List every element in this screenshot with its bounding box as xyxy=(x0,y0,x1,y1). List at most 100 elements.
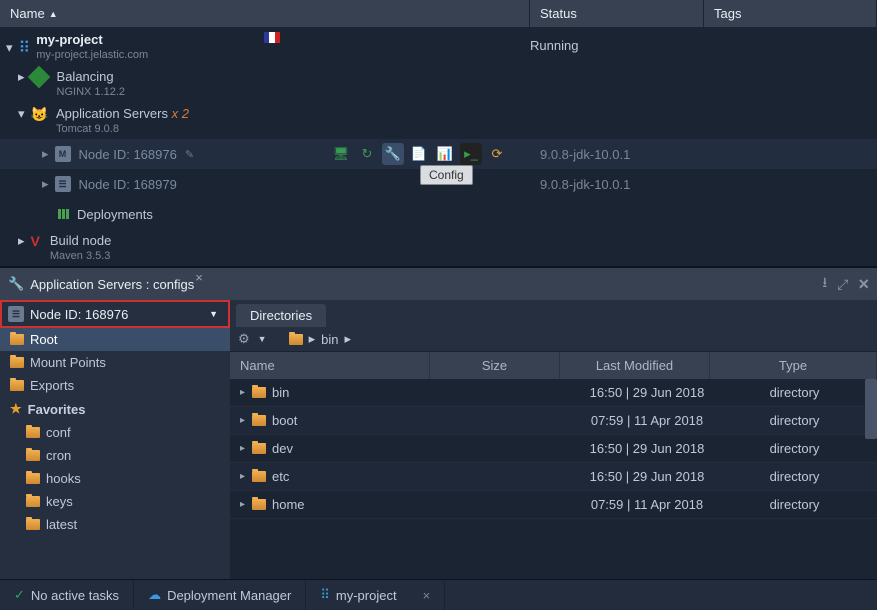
directories-tab[interactable]: Directories xyxy=(236,304,326,327)
balancing-row[interactable]: ▸ Balancing NGINX 1.12.2 xyxy=(0,65,877,102)
favorites-header[interactable]: ★ Favorites xyxy=(0,397,230,421)
panel-titlebar: 🔧 Application Servers : configs × ⭳ ⤢ × xyxy=(0,268,877,300)
nodes-icon: ⠿ xyxy=(320,587,330,603)
environment-tree: ▾ ⠿ my-project my-project.jelastic.com R… xyxy=(0,28,877,266)
fh-name[interactable]: Name xyxy=(230,352,430,379)
favorite-hooks[interactable]: hooks xyxy=(0,467,230,490)
crumb-sep: ▸ xyxy=(309,331,316,347)
appservers-subtitle: Tomcat 9.0.8 xyxy=(56,121,189,135)
folder-icon xyxy=(252,415,266,426)
favorite-conf[interactable]: conf xyxy=(0,421,230,444)
exports-item[interactable]: Exports xyxy=(0,374,230,397)
fh-mod[interactable]: Last Modified xyxy=(560,352,710,379)
folder-icon xyxy=(252,499,266,510)
file-row[interactable]: ▸home07:59 | 11 Apr 2018directory xyxy=(230,491,877,519)
buildnode-row[interactable]: ▸ V Build node Maven 3.5.3 xyxy=(0,229,877,266)
grid-header: Name ▲ Status Tags xyxy=(0,0,877,28)
file-row[interactable]: ▸boot07:59 | 11 Apr 2018directory xyxy=(230,407,877,435)
favorite-keys[interactable]: keys xyxy=(0,490,230,513)
fh-size[interactable]: Size xyxy=(430,352,560,379)
restart-button[interactable]: ↻ xyxy=(356,143,378,165)
chevron-down-icon[interactable]: ▼ xyxy=(258,334,267,344)
tab-tasks[interactable]: ✓ No active tasks xyxy=(0,580,134,610)
collapse-icon[interactable]: ▾ xyxy=(18,106,25,122)
expand-icon[interactable]: ▸ xyxy=(240,415,252,426)
flag-fr-icon xyxy=(264,32,280,43)
folder-icon xyxy=(10,357,24,368)
column-tags[interactable]: Tags xyxy=(704,0,877,27)
folder-icon xyxy=(26,496,40,507)
appservers-row[interactable]: ▾ 😺 Application Servers x 2 Tomcat 9.0.8 xyxy=(0,102,877,139)
column-name-label: Name xyxy=(10,6,45,21)
breadcrumb[interactable]: ▸ bin ▸ xyxy=(289,331,351,347)
expand-icon[interactable]: ▸ xyxy=(18,233,25,249)
expand-icon[interactable]: ▸ xyxy=(240,443,252,454)
config-button[interactable]: 🔧 xyxy=(382,143,404,165)
deployments-row[interactable]: Deployments xyxy=(0,199,877,229)
folder-icon xyxy=(252,443,266,454)
chevron-down-icon: ▼ xyxy=(209,309,218,319)
sort-asc-icon: ▲ xyxy=(49,9,58,19)
log-button[interactable]: 📄 xyxy=(408,143,430,165)
node-actions: 🖥 ↻ 🔧 📄 📊 ▸_ ⟳ xyxy=(320,143,530,165)
environment-icon: ⠿ xyxy=(19,32,31,58)
expand-icon[interactable]: ▸ xyxy=(240,471,252,482)
open-browser-button[interactable]: 🖥 xyxy=(330,143,352,165)
favorite-cron[interactable]: cron xyxy=(0,444,230,467)
file-row[interactable]: ▸dev16:50 | 29 Jun 2018directory xyxy=(230,435,877,463)
expand-icon[interactable]: ▸ xyxy=(240,387,252,398)
collapse-icon[interactable]: ▾ xyxy=(6,32,13,56)
favorite-latest[interactable]: latest xyxy=(0,513,230,536)
addons-button[interactable]: ⟳ xyxy=(486,143,508,165)
folder-icon xyxy=(10,334,24,345)
tab-my-project[interactable]: ⠿ my-project × xyxy=(306,580,445,610)
balancing-subtitle: NGINX 1.12.2 xyxy=(57,84,125,98)
mounts-item[interactable]: Mount Points xyxy=(0,351,230,374)
node1-tag: 9.0.8-jdk-10.0.1 xyxy=(530,147,877,162)
env-subtitle: my-project.jelastic.com xyxy=(36,47,148,61)
tab-deployment-manager[interactable]: ☁ Deployment Manager xyxy=(134,580,306,610)
panel-title: Application Servers : configs xyxy=(30,277,194,292)
ssh-button[interactable]: ▸_ xyxy=(460,143,482,165)
config-tooltip: Config xyxy=(420,165,473,185)
file-header: Name Size Last Modified Type xyxy=(230,352,877,379)
node-icon: ☰ xyxy=(8,306,24,322)
column-name[interactable]: Name ▲ xyxy=(0,0,530,27)
node-row-168976[interactable]: ▸ M Node ID: 168976 ✎ 🖥 ↻ 🔧 📄 📊 ▸_ ⟳ 9.0… xyxy=(0,139,877,169)
file-row[interactable]: ▸etc16:50 | 29 Jun 2018directory xyxy=(230,463,877,491)
folder-icon xyxy=(26,473,40,484)
node-master-icon: M xyxy=(55,146,71,162)
path-bar: ⚙ ▼ ▸ bin ▸ xyxy=(230,327,877,352)
node-icon: ☰ xyxy=(55,176,71,192)
node-selector-label: Node ID: 168976 xyxy=(30,307,128,322)
tab-close-icon[interactable]: × xyxy=(195,270,203,285)
folder-icon xyxy=(289,334,303,345)
folder-icon xyxy=(10,380,24,391)
statistics-button[interactable]: 📊 xyxy=(434,143,456,165)
maven-icon: V xyxy=(31,233,40,249)
root-item[interactable]: Root xyxy=(0,328,230,351)
file-list[interactable]: ▸bin16:50 | 29 Jun 2018directory▸boot07:… xyxy=(230,379,877,579)
expand-icon[interactable]: ▸ xyxy=(42,176,49,192)
download-icon[interactable]: ⭳ xyxy=(822,272,827,296)
edit-icon[interactable]: ✎ xyxy=(185,148,194,161)
folder-icon xyxy=(252,471,266,482)
expand-icon[interactable]: ▸ xyxy=(42,146,49,162)
column-status[interactable]: Status xyxy=(530,0,704,27)
scrollbar-thumb[interactable] xyxy=(865,379,877,439)
tab-close-icon[interactable]: × xyxy=(423,588,431,603)
node-selector[interactable]: ☰ Node ID: 168976 ▼ xyxy=(0,300,230,328)
node2-tag: 9.0.8-jdk-10.0.1 xyxy=(530,177,877,192)
expand-icon[interactable]: ▸ xyxy=(240,499,252,510)
buildnode-title: Build node xyxy=(50,233,111,248)
folder-icon xyxy=(26,450,40,461)
maximize-icon[interactable]: ⤢ xyxy=(837,276,848,293)
fh-type[interactable]: Type xyxy=(710,352,877,379)
close-icon[interactable]: × xyxy=(858,274,869,295)
wrench-icon: 🔧 xyxy=(8,276,24,292)
gear-icon[interactable]: ⚙ xyxy=(238,331,250,347)
file-row[interactable]: ▸bin16:50 | 29 Jun 2018directory xyxy=(230,379,877,407)
expand-icon[interactable]: ▸ xyxy=(18,69,25,85)
environment-row[interactable]: ▾ ⠿ my-project my-project.jelastic.com R… xyxy=(0,28,877,65)
tomcat-icon: 😺 xyxy=(31,106,48,123)
